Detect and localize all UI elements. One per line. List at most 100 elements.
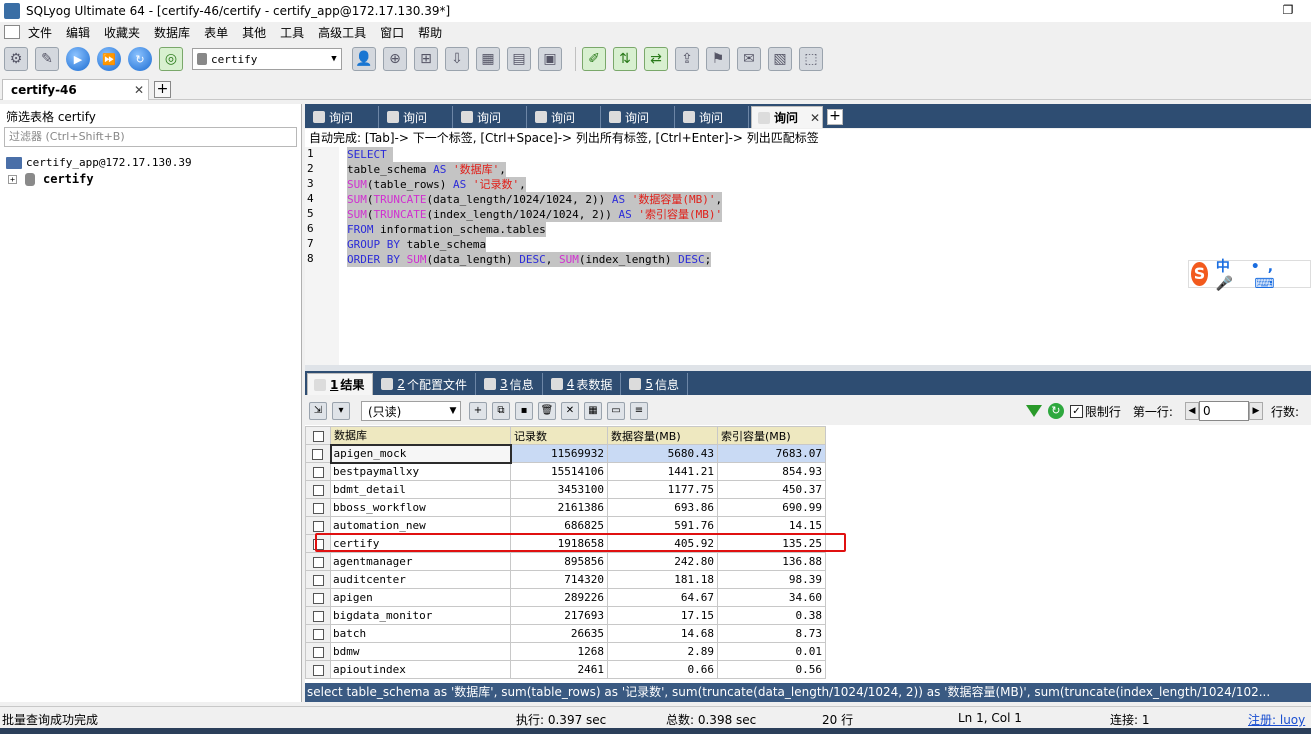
table-cell[interactable]: 14.15	[717, 516, 826, 535]
table-cell[interactable]: bdmt_detail	[330, 480, 511, 499]
table-row[interactable]: bboss_workflow 2161386 693.86 690.99	[305, 498, 826, 517]
limit-rows-checkbox[interactable]: ✓	[1069, 404, 1083, 418]
close-icon[interactable]: ✕	[134, 83, 144, 97]
form-view-icon[interactable]: ▭	[607, 402, 625, 420]
notify-icon[interactable]: ✉	[737, 47, 761, 71]
tab-messages[interactable]: 3 信息	[478, 373, 543, 395]
edit-icon[interactable]: ✐	[582, 47, 606, 71]
text-view-icon[interactable]: ≡	[630, 402, 648, 420]
table-cell[interactable]: 2461	[510, 660, 608, 679]
menu-advanced-tools[interactable]: 高级工具	[318, 24, 366, 41]
sql-editor[interactable]: 1 2 3 4 5 6 7 8 SELECT table_schema AS '…	[305, 147, 1311, 365]
row-checkbox[interactable]	[305, 498, 331, 517]
refresh-icon[interactable]: ↻	[1047, 403, 1064, 419]
table-cell[interactable]: bboss_workflow	[330, 498, 511, 517]
menu-other[interactable]: 其他	[242, 24, 266, 41]
table-cell[interactable]: 217693	[510, 606, 608, 625]
table-cell[interactable]: 3453100	[510, 480, 608, 499]
menu-window[interactable]: 窗口	[380, 24, 404, 41]
table-cell[interactable]: 2.89	[607, 642, 718, 661]
table-cell[interactable]: 0.01	[717, 642, 826, 661]
table-cell[interactable]: 0.56	[717, 660, 826, 679]
tab-profile[interactable]: 2 个配置文件	[375, 373, 477, 395]
register-link[interactable]: 注册: luoy	[1248, 711, 1305, 728]
result-grid[interactable]: 数据库 记录数 数据容量(MB) 索引容量(MB) apigen_mock 115…	[305, 425, 1311, 683]
backup-icon[interactable]: ⇩	[445, 47, 469, 71]
table-row[interactable]: bigdata_monitor 217693 17.15 0.38	[305, 606, 826, 625]
table-cell[interactable]: 242.80	[607, 552, 718, 571]
insert-row-icon[interactable]: +	[469, 402, 487, 420]
table-cell[interactable]: 5680.43	[607, 444, 718, 463]
grid-view-icon[interactable]: ▦	[584, 402, 602, 420]
table-row[interactable]: apigen_mock 11569932 5680.43 7683.07	[305, 443, 826, 464]
ime-toolbar[interactable]: S 中 •, 🎤 ⌨	[1188, 259, 1311, 292]
tab-result[interactable]: 1 结果	[307, 373, 374, 395]
table-row[interactable]: bestpaymallxy 15514106 1441.21 854.93	[305, 462, 826, 481]
query-tab[interactable]: 询问	[677, 106, 749, 128]
table-cell[interactable]: 690.99	[717, 498, 826, 517]
table-cell[interactable]: 450.37	[717, 480, 826, 499]
tab-table-data[interactable]: 4 表数据	[545, 373, 622, 395]
table-cell[interactable]: 15514106	[510, 462, 608, 481]
column-header[interactable]: 记录数	[510, 426, 608, 445]
create-table-icon[interactable]: ⊞	[414, 47, 438, 71]
previous-page-icon[interactable]: ◀	[1184, 402, 1199, 420]
job-agent-icon[interactable]: ⚑	[706, 47, 730, 71]
row-checkbox[interactable]	[305, 570, 331, 589]
table-cell[interactable]: 714320	[510, 570, 608, 589]
menu-help[interactable]: 帮助	[418, 24, 442, 41]
table-cell[interactable]: batch	[330, 624, 511, 643]
table-cell[interactable]: agentmanager	[330, 552, 511, 571]
select-all-checkbox[interactable]	[305, 426, 331, 445]
table-cell[interactable]: 0.38	[717, 606, 826, 625]
sync-database-icon[interactable]: ⇅	[613, 47, 637, 71]
table-cell[interactable]: apigen	[330, 588, 511, 607]
menu-edit[interactable]: 编辑	[66, 24, 90, 41]
database-selector[interactable]: certify ▼	[192, 48, 342, 70]
table-row[interactable]: batch 26635 14.68 8.73	[305, 624, 826, 643]
table-row[interactable]: automation_new 686825 591.76 14.15	[305, 516, 826, 535]
table-cell[interactable]: 686825	[510, 516, 608, 535]
readonly-mode-select[interactable]: (只读) ▼	[361, 401, 461, 421]
row-checkbox[interactable]	[305, 660, 331, 679]
table-cell[interactable]: 11569932	[510, 444, 608, 463]
table-cell[interactable]: 8.73	[717, 624, 826, 643]
filter-input[interactable]: 过滤器 (Ctrl+Shift+B)	[4, 127, 297, 147]
table-cell[interactable]: 14.68	[607, 624, 718, 643]
table-row[interactable]: apioutindex 2461 0.66 0.56	[305, 660, 826, 679]
table-row[interactable]: apigen 289226 64.67 34.60	[305, 588, 826, 607]
export-icon[interactable]: ⇲	[309, 402, 327, 420]
query-tab[interactable]: 询问	[381, 106, 453, 128]
import-icon[interactable]: ⇪	[675, 47, 699, 71]
row-checkbox[interactable]	[305, 516, 331, 535]
table-row[interactable]: agentmanager 895856 242.80 136.88	[305, 552, 826, 571]
query-tab[interactable]: 询问	[603, 106, 675, 128]
row-checkbox[interactable]	[305, 480, 331, 499]
filter-icon[interactable]	[1025, 405, 1042, 417]
execute-query-icon[interactable]: ▶	[66, 47, 90, 71]
create-database-icon[interactable]: ⊕	[383, 47, 407, 71]
execute-all-icon[interactable]: ⏩	[97, 47, 121, 71]
menu-database[interactable]: 数据库	[154, 24, 190, 41]
table-cell[interactable]: 17.15	[607, 606, 718, 625]
table-cell[interactable]: automation_new	[330, 516, 511, 535]
menu-tools[interactable]: 工具	[280, 24, 304, 41]
table-cell[interactable]: 1177.75	[607, 480, 718, 499]
table-diagram-icon[interactable]: ▤	[507, 47, 531, 71]
first-row-input[interactable]: 0	[1198, 401, 1249, 421]
table-cell[interactable]: 64.67	[607, 588, 718, 607]
delete-icon[interactable]: 🗑	[538, 402, 556, 420]
table-cell[interactable]: 1268	[510, 642, 608, 661]
menu-favorites[interactable]: 收藏夹	[104, 24, 140, 41]
schema-icon[interactable]: ◎	[159, 47, 183, 71]
query-tab[interactable]: 询问	[529, 106, 601, 128]
table-cell[interactable]: 1441.21	[607, 462, 718, 481]
tab-info[interactable]: 5 信息	[623, 373, 688, 395]
query-tab-active[interactable]: 询问 ✕	[751, 106, 823, 128]
table-row[interactable]: auditcenter 714320 181.18 98.39	[305, 570, 826, 589]
connection-tab[interactable]: certify-46 ✕	[2, 79, 149, 100]
table-cell[interactable]: 181.18	[607, 570, 718, 589]
save-icon[interactable]: ▪	[515, 402, 533, 420]
refresh-icon[interactable]: ↻	[128, 47, 152, 71]
table-cell[interactable]: 7683.07	[717, 444, 826, 463]
